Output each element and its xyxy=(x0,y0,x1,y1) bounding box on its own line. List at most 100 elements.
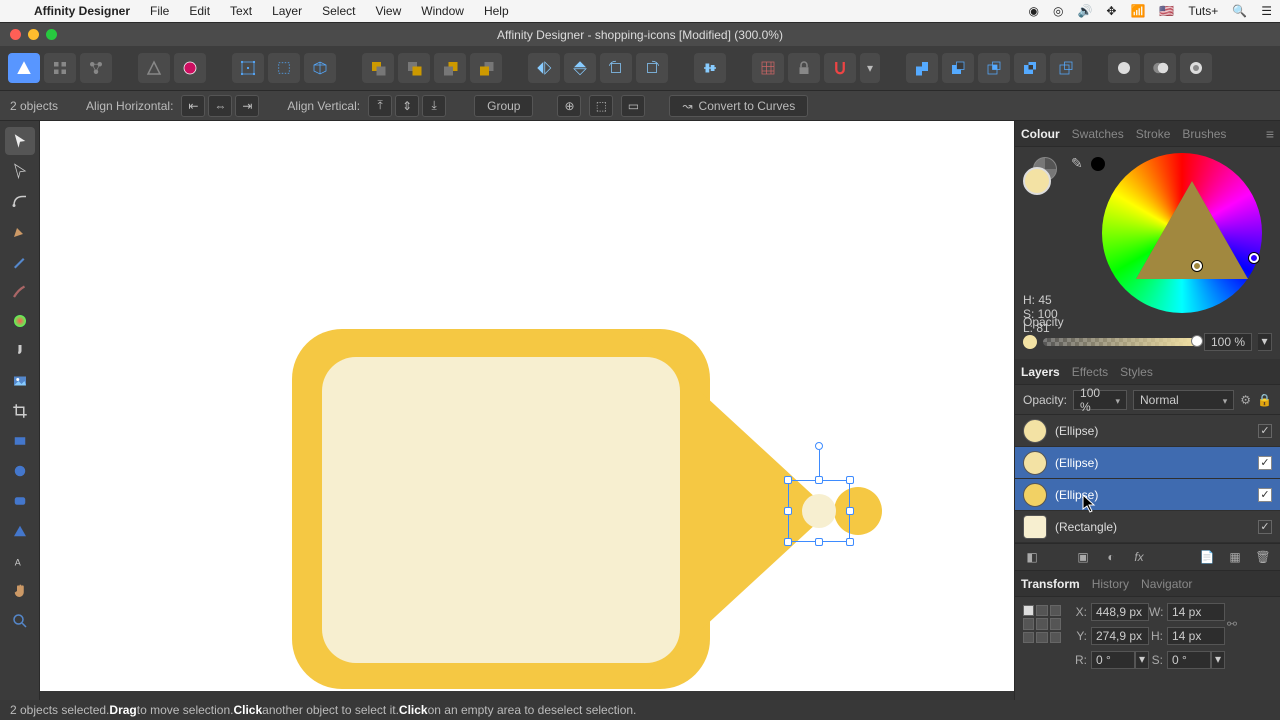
s-dropdown[interactable]: ▾ xyxy=(1211,651,1225,669)
bool-divide-button[interactable] xyxy=(1050,53,1082,83)
window-zoom-button[interactable] xyxy=(46,29,57,40)
corner-tool[interactable] xyxy=(5,187,35,215)
dropbox-icon[interactable]: ✥ xyxy=(1106,4,1116,18)
split-view-button[interactable] xyxy=(174,53,206,83)
default-view-button[interactable] xyxy=(138,53,170,83)
tab-brushes[interactable]: Brushes xyxy=(1182,127,1226,141)
fill-stroke-swatch[interactable] xyxy=(1023,157,1061,195)
flag-icon[interactable]: 🇺🇸 xyxy=(1159,4,1174,18)
resize-handle-br[interactable] xyxy=(846,538,854,546)
tab-styles[interactable]: Styles xyxy=(1120,365,1153,379)
grid-toggle-button[interactable] xyxy=(752,53,784,83)
layer-row[interactable]: (Rectangle) ✓ xyxy=(1015,511,1280,543)
bool-xor-button[interactable] xyxy=(1014,53,1046,83)
menu-select[interactable]: Select xyxy=(312,4,365,18)
tab-effects[interactable]: Effects xyxy=(1072,365,1108,379)
snap-pixel-button[interactable] xyxy=(268,53,300,83)
insert-behind-button[interactable] xyxy=(1144,53,1176,83)
align-hcenter-button[interactable]: ⇔ xyxy=(208,95,232,117)
rounded-rect-tool[interactable] xyxy=(5,487,35,515)
bool-subtract-button[interactable] xyxy=(942,53,974,83)
mask-icon[interactable]: ▣ xyxy=(1074,548,1092,566)
wifi-icon[interactable]: 📶 xyxy=(1130,4,1145,18)
s-field[interactable]: 0 ° xyxy=(1167,651,1211,669)
persona-designer-button[interactable] xyxy=(8,53,40,83)
rotate-ccw-button[interactable] xyxy=(600,53,632,83)
menu-help[interactable]: Help xyxy=(474,4,519,18)
sl-handle[interactable] xyxy=(1192,261,1202,271)
arrange-front-button[interactable] xyxy=(362,53,394,83)
triangle-tool[interactable] xyxy=(5,517,35,545)
opacity-value-field[interactable]: 100 % xyxy=(1204,333,1252,351)
transparency-tool[interactable] xyxy=(5,337,35,365)
layer-name[interactable]: (Ellipse) xyxy=(1055,456,1250,470)
artboard[interactable] xyxy=(40,121,1014,691)
tag-inner-rectangle[interactable] xyxy=(322,357,680,663)
pan-tool[interactable] xyxy=(5,577,35,605)
app-name[interactable]: Affinity Designer xyxy=(24,4,140,18)
snap-3d-button[interactable] xyxy=(304,53,336,83)
align-button[interactable] xyxy=(694,53,726,83)
node-tool[interactable] xyxy=(5,157,35,185)
window-close-button[interactable] xyxy=(10,29,21,40)
flip-vertical-button[interactable] xyxy=(564,53,596,83)
arrange-back-button[interactable] xyxy=(470,53,502,83)
blend-mode-dropdown[interactable]: Normal xyxy=(1133,390,1234,410)
group-button[interactable]: Group xyxy=(474,95,533,117)
pencil-tool[interactable] xyxy=(5,247,35,275)
menu-text[interactable]: Text xyxy=(220,4,262,18)
align-top-button[interactable]: ⤒ xyxy=(368,95,392,117)
cc-icon[interactable]: ◎ xyxy=(1053,4,1063,18)
menu-view[interactable]: View xyxy=(365,4,411,18)
arrange-backward-button[interactable] xyxy=(434,53,466,83)
bool-add-button[interactable] xyxy=(906,53,938,83)
layer-visibility-checkbox[interactable]: ✓ xyxy=(1258,520,1272,534)
align-vcenter-button[interactable]: ⇕ xyxy=(395,95,419,117)
align-right-button[interactable]: ⇥ xyxy=(235,95,259,117)
edit-all-layers-icon[interactable]: ◧ xyxy=(1023,548,1041,566)
insert-target-button[interactable] xyxy=(1108,53,1140,83)
layer-fx-icon[interactable]: ⚙ xyxy=(1240,393,1251,407)
ellipse-tool[interactable] xyxy=(5,457,35,485)
layer-name[interactable]: (Ellipse) xyxy=(1055,424,1250,438)
rotation-handle[interactable] xyxy=(815,442,823,450)
resize-handle-tl[interactable] xyxy=(784,476,792,484)
brush-tool[interactable] xyxy=(5,277,35,305)
layer-name[interactable]: (Rectangle) xyxy=(1055,520,1250,534)
panel-menu-icon[interactable]: ≡ xyxy=(1266,126,1274,142)
user-label[interactable]: Tuts+ xyxy=(1188,4,1218,18)
flip-horizontal-button[interactable] xyxy=(528,53,560,83)
fx-icon[interactable]: fx xyxy=(1130,548,1148,566)
crop-tool[interactable] xyxy=(5,397,35,425)
hide-selection-button[interactable]: ⬚ xyxy=(589,95,613,117)
layer-row[interactable]: (Ellipse) ✓ xyxy=(1015,479,1280,511)
canvas-area[interactable] xyxy=(40,121,1014,700)
text-tool[interactable]: A xyxy=(5,547,35,575)
arrange-forward-button[interactable] xyxy=(398,53,430,83)
add-pixel-layer-icon[interactable]: ▦ xyxy=(1226,548,1244,566)
macos-menubar[interactable]: Affinity Designer File Edit Text Layer S… xyxy=(0,0,1280,22)
r-dropdown[interactable]: ▾ xyxy=(1135,651,1149,669)
tab-layers[interactable]: Layers xyxy=(1021,365,1060,379)
hue-handle[interactable] xyxy=(1249,253,1259,263)
convert-to-curves-button[interactable]: ↝ Convert to Curves xyxy=(669,95,808,117)
lock-button[interactable] xyxy=(788,53,820,83)
r-field[interactable]: 0 ° xyxy=(1091,651,1135,669)
recent-black-swatch[interactable] xyxy=(1091,157,1105,171)
selection-bounding-box[interactable] xyxy=(788,480,850,542)
layer-row[interactable]: (Ellipse) ✓ xyxy=(1015,415,1280,447)
notifications-icon[interactable]: ☰ xyxy=(1261,4,1272,18)
add-layer-icon[interactable]: 📄 xyxy=(1198,548,1216,566)
h-field[interactable]: 14 px xyxy=(1167,627,1225,645)
layer-list[interactable]: (Ellipse) ✓ (Ellipse) ✓ (Ellipse) ✓ (Rec… xyxy=(1015,415,1280,543)
layer-lock-icon[interactable]: 🔒 xyxy=(1257,393,1272,407)
volume-icon[interactable]: 🔊 xyxy=(1077,4,1092,18)
y-field[interactable]: 274,9 px xyxy=(1091,627,1149,645)
resize-handle-ml[interactable] xyxy=(784,507,792,515)
delete-layer-icon[interactable]: 🗑 xyxy=(1254,548,1272,566)
cycle-select-button[interactable]: ▭ xyxy=(621,95,645,117)
snapping-dropdown-button[interactable]: ▾ xyxy=(860,53,880,83)
align-left-button[interactable]: ⇤ xyxy=(181,95,205,117)
fill-swatch[interactable] xyxy=(1023,167,1051,195)
show-rotation-center-button[interactable]: ⊕ xyxy=(557,95,581,117)
